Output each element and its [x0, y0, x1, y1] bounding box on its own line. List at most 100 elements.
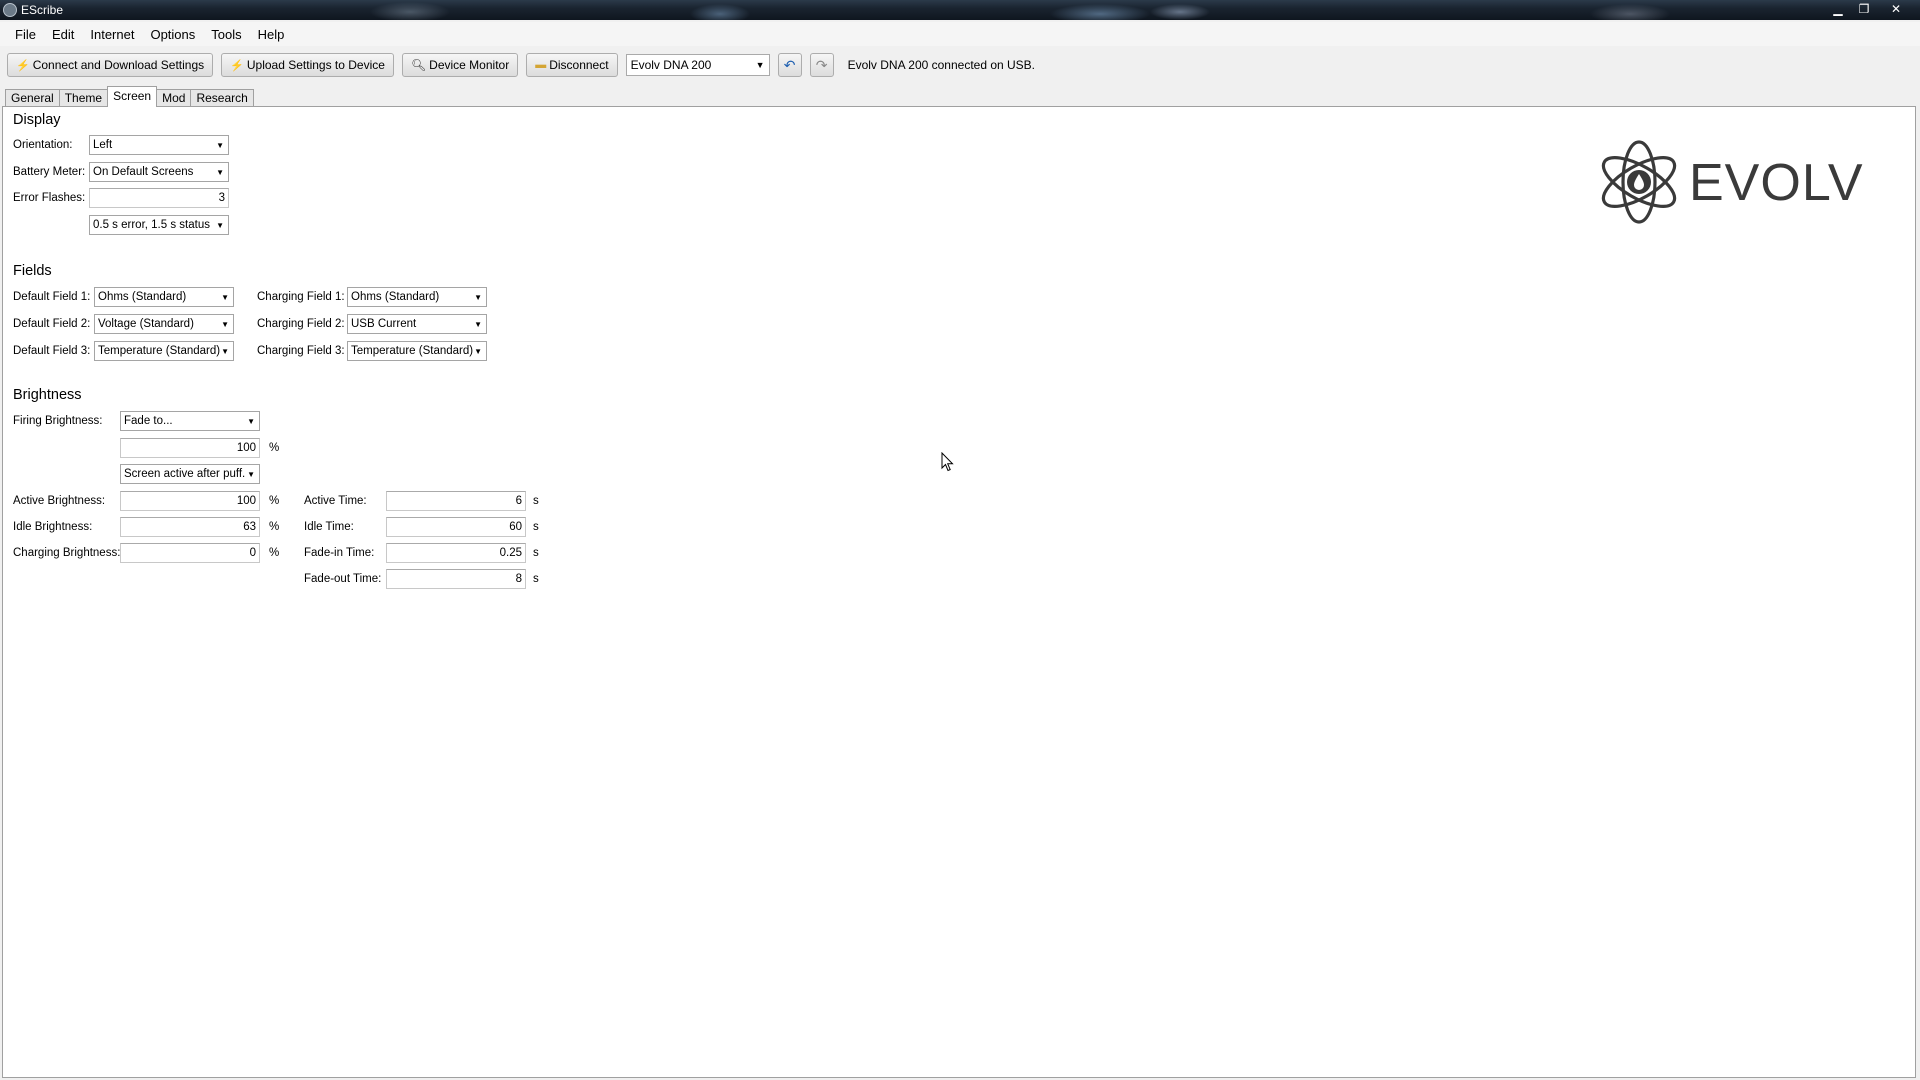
- active-time-input[interactable]: 6: [386, 491, 526, 511]
- orientation-label: Orientation:: [13, 139, 73, 151]
- logo-text: EVOLV: [1689, 154, 1864, 212]
- magnifier-icon: 🔍︎: [410, 58, 427, 72]
- tab-theme[interactable]: Theme: [58, 89, 109, 107]
- device-monitor-button[interactable]: 🔍︎ Device Monitor: [401, 53, 519, 77]
- active-brightness-input[interactable]: 100: [120, 491, 260, 511]
- fade-in-time-input[interactable]: 0.25: [386, 543, 526, 563]
- active-percent-unit: %: [269, 495, 280, 507]
- battery-meter-label: Battery Meter:: [13, 166, 86, 178]
- display-section-title: Display: [13, 112, 61, 128]
- title-bar-background: [0, 0, 1920, 20]
- default-field-2-select[interactable]: Voltage (Standard) ▼: [94, 314, 234, 334]
- active-brightness-label: Active Brightness:: [13, 495, 106, 507]
- title-bar: EScribe ▁ ❐ ✕: [0, 0, 1920, 20]
- escribe-window: EScribe ▁ ❐ ✕ File Edit Internet Options…: [0, 0, 1920, 1080]
- maximize-button[interactable]: ❐: [1852, 0, 1876, 18]
- close-button[interactable]: ✕: [1878, 0, 1914, 18]
- fade-in-time-unit: s: [533, 547, 539, 559]
- menu-bar: File Edit Internet Options Tools Help: [0, 22, 1920, 46]
- idle-time-label: Idle Time:: [304, 521, 354, 533]
- default-field-1-select[interactable]: Ohms (Standard) ▼: [94, 287, 234, 307]
- idle-brightness-label: Idle Brightness:: [13, 521, 93, 533]
- active-time-unit: s: [533, 495, 539, 507]
- charging-field-1-select[interactable]: Ohms (Standard) ▼: [347, 287, 487, 307]
- charging-field-2-select[interactable]: USB Current ▼: [347, 314, 487, 334]
- tab-research[interactable]: Research: [190, 89, 254, 107]
- device-select-value: Evolv DNA 200: [630, 58, 712, 72]
- connection-status: Evolv DNA 200 connected on USB.: [847, 58, 1036, 72]
- toolbar: ⚡ Connect and Download Settings ⚡ Upload…: [0, 50, 1920, 80]
- menu-edit[interactable]: Edit: [44, 27, 82, 42]
- tab-strip: General Theme Screen Mod Research: [5, 86, 254, 107]
- charging-field-2-label: Charging Field 2:: [257, 318, 345, 330]
- screen-active-select[interactable]: Screen active after puff. ▼: [120, 464, 260, 484]
- disconnect-label: Disconnect: [549, 58, 609, 72]
- error-timing-select[interactable]: 0.5 s error, 1.5 s status ▼: [89, 215, 229, 235]
- menu-internet[interactable]: Internet: [82, 27, 142, 42]
- menu-help[interactable]: Help: [250, 27, 293, 42]
- idle-time-unit: s: [533, 521, 539, 533]
- upload-settings-label: Upload Settings to Device: [246, 58, 385, 72]
- tab-screen[interactable]: Screen: [107, 86, 158, 107]
- chevron-down-icon: ▼: [216, 140, 224, 150]
- disconnect-button[interactable]: ▬ Disconnect: [526, 53, 618, 77]
- screen-active-value: Screen active after puff.: [124, 468, 246, 480]
- charging-field-2-value: USB Current: [351, 318, 417, 330]
- charging-field-1-value: Ohms (Standard): [351, 291, 440, 303]
- atom-icon: EVOLV: [1601, 140, 1864, 224]
- firing-brightness-label: Firing Brightness:: [13, 415, 103, 427]
- error-flashes-input[interactable]: 3: [89, 188, 229, 208]
- device-select[interactable]: Evolv DNA 200 ▼: [625, 54, 770, 76]
- window-controls: ▁ ❐ ✕: [1826, 0, 1914, 18]
- upload-settings-button[interactable]: ⚡ Upload Settings to Device: [221, 53, 394, 77]
- firing-brightness-percent-input[interactable]: 100: [120, 438, 260, 458]
- default-field-1-label: Default Field 1:: [13, 291, 91, 303]
- tab-mod[interactable]: Mod: [156, 89, 192, 107]
- default-field-2-value: Voltage (Standard): [98, 318, 194, 330]
- orientation-value: Left: [93, 139, 113, 151]
- redo-button[interactable]: ↷: [809, 53, 834, 77]
- fade-out-time-label: Fade-out Time:: [304, 573, 382, 585]
- default-field-3-select[interactable]: Temperature (Standard) ▼: [94, 341, 234, 361]
- connect-icon: ⚡: [16, 59, 30, 72]
- tab-general[interactable]: General: [5, 89, 60, 107]
- connect-download-button[interactable]: ⚡ Connect and Download Settings: [7, 53, 214, 77]
- redo-icon: ↷: [815, 56, 828, 73]
- chevron-down-icon: ▼: [216, 167, 224, 177]
- minimize-button[interactable]: ▁: [1826, 0, 1850, 18]
- window-title: EScribe: [21, 3, 64, 17]
- firing-brightness-value: Fade to...: [124, 415, 173, 427]
- chevron-down-icon: ▼: [474, 319, 482, 329]
- upload-icon: ⚡: [230, 59, 244, 72]
- default-field-3-value: Temperature (Standard): [98, 345, 221, 357]
- battery-meter-value: On Default Screens: [93, 166, 194, 178]
- menu-file[interactable]: File: [7, 27, 44, 42]
- device-monitor-label: Device Monitor: [429, 58, 510, 72]
- chevron-down-icon: ▼: [474, 292, 482, 302]
- idle-time-input[interactable]: 60: [386, 517, 526, 537]
- charging-brightness-input[interactable]: 0: [120, 543, 260, 563]
- chevron-down-icon: ▼: [474, 346, 482, 356]
- firing-brightness-select[interactable]: Fade to... ▼: [120, 411, 260, 431]
- fade-out-time-unit: s: [533, 573, 539, 585]
- menu-tools[interactable]: Tools: [203, 27, 249, 42]
- connect-download-label: Connect and Download Settings: [32, 58, 205, 72]
- idle-brightness-input[interactable]: 63: [120, 517, 260, 537]
- orientation-select[interactable]: Left ▼: [89, 135, 229, 155]
- menu-options[interactable]: Options: [142, 27, 203, 42]
- undo-button[interactable]: ↶: [777, 53, 802, 77]
- battery-meter-select[interactable]: On Default Screens ▼: [89, 162, 229, 182]
- fade-out-time-input[interactable]: 8: [386, 569, 526, 589]
- screen-settings-panel: Display Orientation: Left ▼ Battery Mete…: [2, 106, 1916, 1078]
- active-time-label: Active Time:: [304, 495, 367, 507]
- error-timing-value: 0.5 s error, 1.5 s status: [93, 219, 210, 231]
- chevron-down-icon: ▼: [221, 292, 229, 302]
- chevron-down-icon: ▼: [221, 319, 229, 329]
- default-field-1-value: Ohms (Standard): [98, 291, 187, 303]
- charging-field-1-label: Charging Field 1:: [257, 291, 345, 303]
- chevron-down-icon: ▼: [221, 346, 229, 356]
- chevron-down-icon: ▼: [216, 220, 224, 230]
- disconnect-icon: ▬: [535, 59, 547, 71]
- chevron-down-icon: ▼: [247, 416, 255, 426]
- charging-field-3-select[interactable]: Temperature (Standard) ▼: [347, 341, 487, 361]
